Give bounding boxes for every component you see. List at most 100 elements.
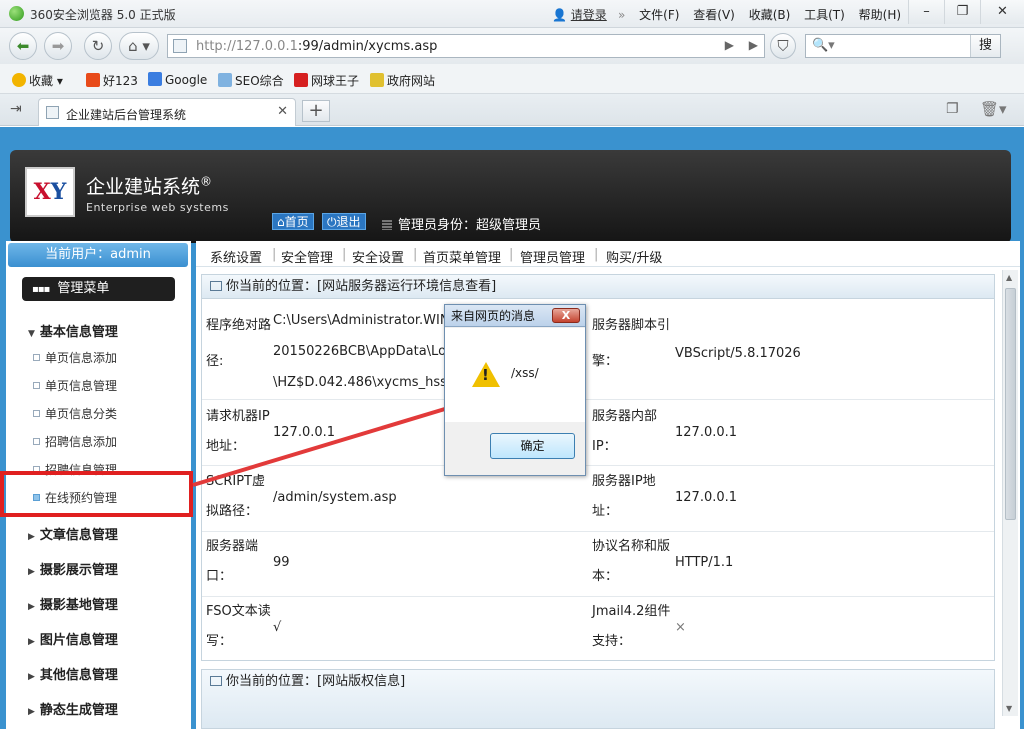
value-path: C:\Users\Administrator.WIN 20150226BCB\Ap… xyxy=(273,313,453,390)
triangle-right-icon: ▶ xyxy=(28,602,35,612)
bullet-icon xyxy=(33,354,40,361)
home-link[interactable]: ⌂首页 xyxy=(272,213,314,230)
triangle-right-icon: ▶ xyxy=(28,672,35,682)
menu-favorites[interactable]: 收藏(B) xyxy=(749,8,791,22)
value-script-engine: VBScript/5.8.17026 xyxy=(675,346,801,361)
bookmark-google[interactable]: Google xyxy=(148,72,207,87)
site-logo: XY xyxy=(25,167,75,217)
sidebar-item-single-manage[interactable]: 单页信息管理 xyxy=(33,377,117,394)
triangle-right-icon: ▶ xyxy=(28,637,35,647)
trash-icon[interactable]: 🗑▾ xyxy=(980,100,1007,118)
bookmark-hao123[interactable]: 好123 xyxy=(86,72,138,89)
panel-icon xyxy=(210,281,222,291)
tab-admin[interactable]: 企业建站后台管理系统 ✕ xyxy=(38,98,296,126)
panel-title: 你当前的位置：[网站服务器运行环境信息查看] xyxy=(202,275,994,299)
address-bar[interactable]: http://127.0.0.1:99/admin/xycms.asp ▶ ▶ xyxy=(167,34,765,58)
go-icon[interactable]: ▶ xyxy=(749,38,758,52)
shield-icon[interactable]: ⛉ xyxy=(770,33,796,59)
scroll-down-icon: ▼ xyxy=(1006,704,1013,713)
dialog-body: ! /xss/ xyxy=(445,328,585,422)
manage-menu-header: ▪▪▪ 管理菜单 xyxy=(22,277,175,301)
bookmark-tennis[interactable]: 网球王子 xyxy=(294,72,359,89)
copyright-panel: 你当前的位置：[网站版权信息] xyxy=(201,669,995,729)
menu-bar: » 文件(F) 查看(V) 收藏(B) 工具(T) 帮助(H) 👕 xyxy=(618,6,940,23)
tab-close-icon[interactable]: ✕ xyxy=(277,104,288,119)
value-fso: √ xyxy=(273,620,282,635)
new-tab-button[interactable]: + xyxy=(302,100,330,122)
navigation-bar: ⬅ ➡ ↻ ⌂ ▾ http://127.0.0.1:99/admin/xycm… xyxy=(0,28,1024,64)
tab-list-icon[interactable]: ❐ xyxy=(946,101,959,117)
current-user: 当前用户：admin xyxy=(8,243,188,267)
value-script-path: /admin/system.asp xyxy=(273,490,397,505)
bookmark-gov[interactable]: 政府网站 xyxy=(370,72,435,89)
login-link[interactable]: 👤 请登录 xyxy=(552,6,607,23)
nav-security-manage[interactable]: 安全管理 xyxy=(281,247,333,266)
tab-bar: ⇥ 企业建站后台管理系统 ✕ + ❐ 🗑▾ xyxy=(0,94,1024,126)
section-photo-base[interactable]: ▶ 摄影基地管理 xyxy=(28,594,118,613)
label-fso: FSO文本读 写： xyxy=(206,604,271,649)
section-other[interactable]: ▶ 其他信息管理 xyxy=(28,664,118,683)
scroll-thumb[interactable] xyxy=(1005,288,1016,520)
nav-home-menu[interactable]: 首页菜单管理 xyxy=(423,247,501,266)
forward-button[interactable]: ➡ xyxy=(44,32,72,60)
nav-admin-manage[interactable]: 管理员管理 xyxy=(520,247,585,266)
bullet-icon xyxy=(33,438,40,445)
panel-icon xyxy=(210,676,222,686)
window-title: 360安全浏览器 5.0 正式版 xyxy=(30,8,176,22)
menu-tools[interactable]: 工具(T) xyxy=(804,8,845,22)
menu-view[interactable]: 查看(V) xyxy=(693,8,735,22)
server-info-panel: 你当前的位置：[网站服务器运行环境信息查看] 程序绝对路 径: C:\Users\… xyxy=(201,274,995,661)
home-button[interactable]: ⌂ ▾ xyxy=(119,32,159,60)
label-request-ip: 请求机器IP 地址： xyxy=(206,409,270,454)
label-protocol: 协议名称和版 本： xyxy=(592,539,671,584)
section-image[interactable]: ▶ 图片信息管理 xyxy=(28,629,118,648)
site-name: 企业建站系统® xyxy=(86,174,213,198)
back-button[interactable]: ⬅ xyxy=(9,32,37,60)
nav-system-settings[interactable]: 系统设置 xyxy=(210,247,262,266)
search-button[interactable]: 搜 xyxy=(970,35,1000,57)
section-basic-info[interactable]: ▼ 基本信息管理 xyxy=(28,321,118,340)
sidebar-item-single-category[interactable]: 单页信息分类 xyxy=(33,405,117,422)
label-jmail: Jmail4.2组件 支持： xyxy=(592,604,671,649)
section-static[interactable]: ▶ 静态生成管理 xyxy=(28,699,118,718)
value-protocol: HTTP/1.1 xyxy=(675,555,734,570)
triangle-right-icon: ▶ xyxy=(28,532,35,542)
sidebar-toggle-icon[interactable]: ⇥ xyxy=(10,101,22,117)
dialog-close-button[interactable]: X xyxy=(552,308,580,323)
section-article[interactable]: ▶ 文章信息管理 xyxy=(28,524,118,543)
search-icon: 🔍▾ xyxy=(812,38,835,53)
site-header: XY 企业建站系统® Enterprise web systems ⌂首页 ⏻退… xyxy=(10,150,1011,243)
play-icon[interactable]: ▶ xyxy=(725,38,734,52)
logout-link[interactable]: ⏻退出 xyxy=(322,213,366,230)
site-name-en: Enterprise web systems xyxy=(86,201,229,214)
nav-purchase[interactable]: 购买/升级 xyxy=(606,247,662,266)
nav-security-settings[interactable]: 安全设置 xyxy=(352,247,404,266)
dialog-message: /xss/ xyxy=(511,366,539,380)
label-internal-ip: 服务器内部 IP： xyxy=(592,409,658,454)
top-nav: 系统设置 | 安全管理 | 安全设置 | 首页菜单管理 | 管理员管理 | 购买… xyxy=(196,241,1020,267)
section-photo-display[interactable]: ▶ 摄影展示管理 xyxy=(28,559,118,578)
menu-help[interactable]: 帮助(H) xyxy=(859,8,901,22)
page-favicon-icon xyxy=(173,39,187,53)
maximize-button[interactable]: ❐ xyxy=(944,0,980,24)
scroll-up-icon: ▲ xyxy=(1006,273,1013,282)
minimize-button[interactable]: – xyxy=(908,0,944,24)
refresh-button[interactable]: ↻ xyxy=(84,32,112,60)
bookmark-favorites[interactable]: 收藏 ▾ xyxy=(12,72,63,89)
sidebar-item-job-add[interactable]: 招聘信息添加 xyxy=(33,433,117,450)
bookmark-seo[interactable]: SEO综合 xyxy=(218,72,284,89)
search-box[interactable]: 🔍▾ 搜 xyxy=(805,34,1001,58)
browser-logo-icon xyxy=(9,6,24,21)
menu-file[interactable]: 文件(F) xyxy=(639,8,679,22)
vertical-scrollbar[interactable]: ▲ ▼ xyxy=(1002,270,1018,716)
label-path: 程序绝对路 径: xyxy=(206,318,272,369)
triangle-right-icon: ▶ xyxy=(28,567,35,577)
triangle-down-icon: ▼ xyxy=(28,329,35,339)
close-window-button[interactable]: ✕ xyxy=(980,0,1024,24)
main-content: 系统设置 | 安全管理 | 安全设置 | 首页菜单管理 | 管理员管理 | 购买… xyxy=(196,241,1020,729)
bullet-icon xyxy=(33,410,40,417)
tab-favicon-icon xyxy=(46,106,59,119)
bullet-icon xyxy=(33,382,40,389)
sidebar-item-single-add[interactable]: 单页信息添加 xyxy=(33,349,117,366)
ok-button[interactable]: 确定 xyxy=(490,433,575,459)
